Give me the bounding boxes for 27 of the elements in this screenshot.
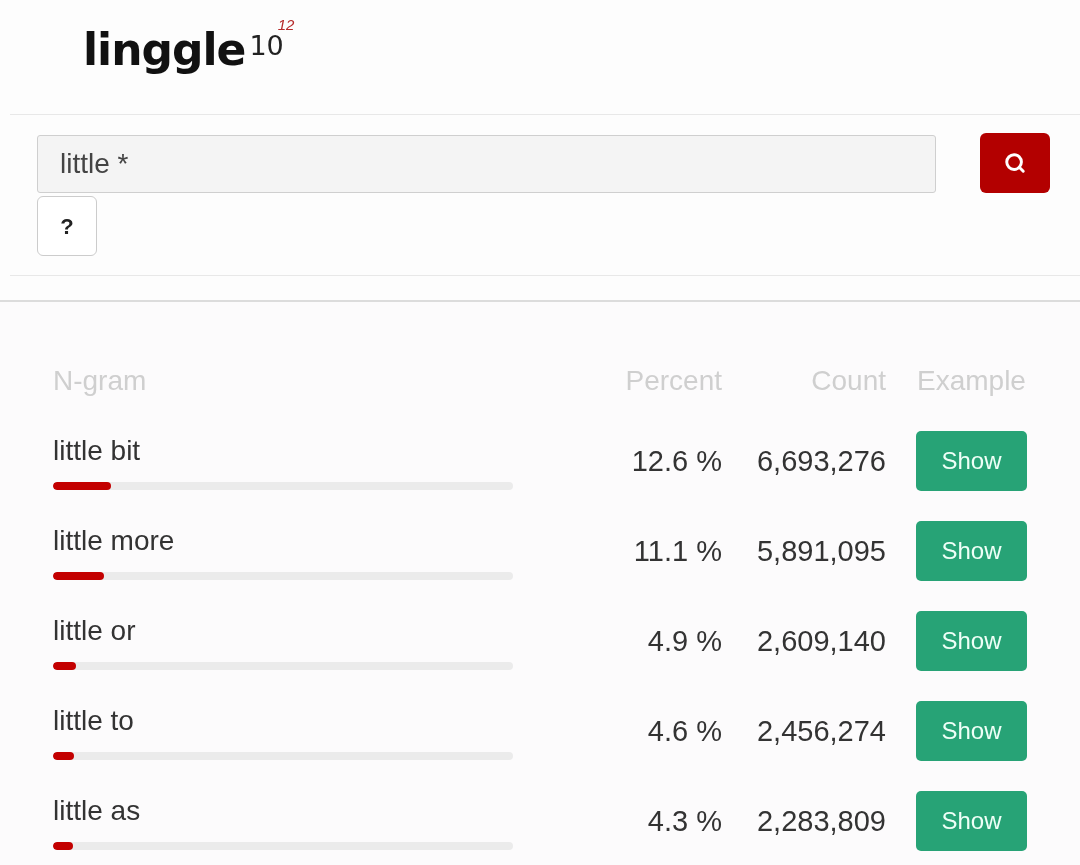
ngram-text: little or <box>53 615 136 647</box>
search-button[interactable] <box>980 133 1050 193</box>
count-text: 2,283,809 <box>757 805 886 837</box>
logo-base-text: 10 <box>249 32 284 59</box>
count-text: 5,891,095 <box>757 535 886 567</box>
ngram-text: little more <box>53 525 175 557</box>
show-button[interactable]: Show <box>916 431 1027 491</box>
search-field[interactable]: little * <box>37 135 937 193</box>
ngram-text: little as <box>53 795 141 827</box>
percent-text: 11.1 % <box>633 535 722 567</box>
show-button[interactable]: Show <box>916 791 1027 851</box>
show-button[interactable]: Show <box>916 521 1027 581</box>
percent-text: 4.6 % <box>647 715 722 747</box>
count-text: 2,456,274 <box>757 715 886 747</box>
percent-text: 4.9 % <box>647 625 722 657</box>
show-button[interactable]: Show <box>916 701 1027 761</box>
logo-exponent-text: 12 <box>277 17 295 32</box>
count-text: 6,693,276 <box>757 445 886 477</box>
show-button[interactable]: Show <box>916 611 1027 671</box>
search-icon <box>1004 152 1027 174</box>
ngram-text: little to <box>53 705 134 737</box>
logo-wordmark: linggle <box>83 28 246 72</box>
count-text: 2,609,140 <box>757 625 886 657</box>
percent-text: 12.6 % <box>631 445 722 477</box>
percent-text: 4.3 % <box>647 805 722 837</box>
help-button[interactable]: ? <box>37 196 97 256</box>
ngram-text: little bit <box>53 435 141 467</box>
